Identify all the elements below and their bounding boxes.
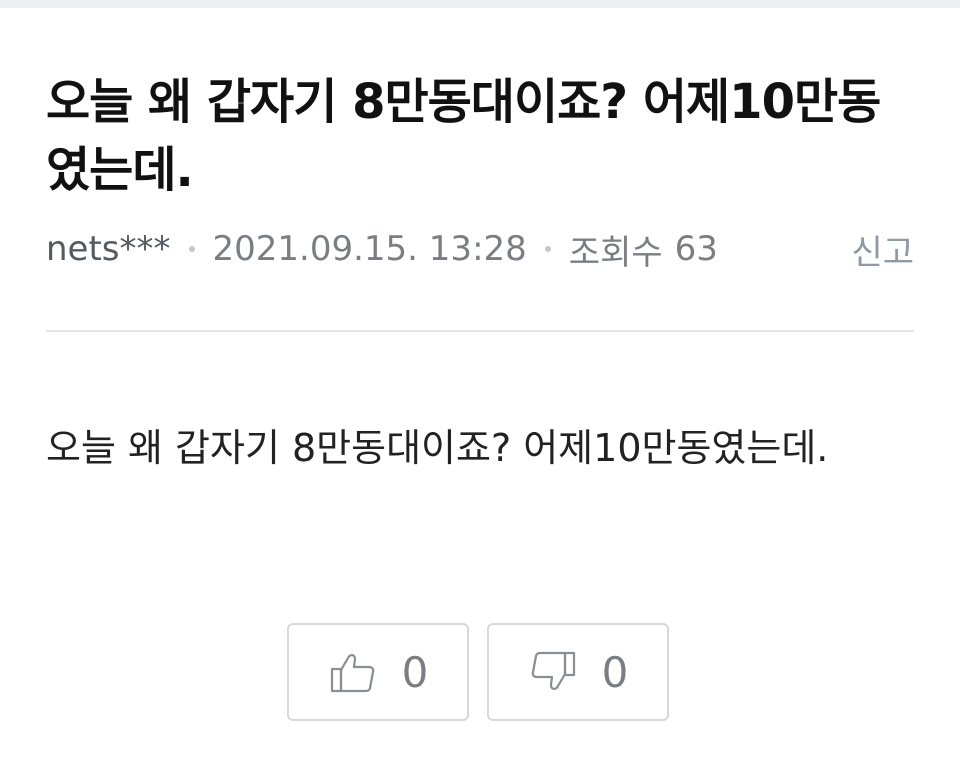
meta-separator-dot [188, 246, 195, 252]
top-strip [0, 0, 960, 8]
meta-separator-dot [544, 246, 551, 252]
report-link[interactable]: 신고 [851, 225, 914, 274]
dislike-count: 0 [601, 647, 629, 697]
view-count-label: 조회수 [568, 232, 663, 273]
post-datetime: 2021.09.15. 13:28 [212, 229, 527, 269]
view-count-value: 63 [674, 229, 718, 269]
divider [46, 330, 914, 332]
thumbs-up-icon [328, 647, 378, 697]
post-title: 오늘 왜 갑자기 8만동대이죠? 어제10만동였는데. [46, 74, 881, 198]
dislike-button[interactable]: 0 [487, 623, 669, 721]
like-count: 0 [401, 647, 429, 697]
view-count: 조회수 63 [569, 225, 718, 274]
post-body: 오늘 왜 갑자기 8만동대이죠? 어제10만동였는데. [46, 426, 829, 470]
author-name[interactable]: nets*** [46, 229, 171, 269]
thumbs-down-icon [528, 647, 578, 697]
post-meta: nets*** 2021.09.15. 13:28 조회수 63 신고 [46, 224, 914, 274]
like-button[interactable]: 0 [287, 623, 469, 721]
